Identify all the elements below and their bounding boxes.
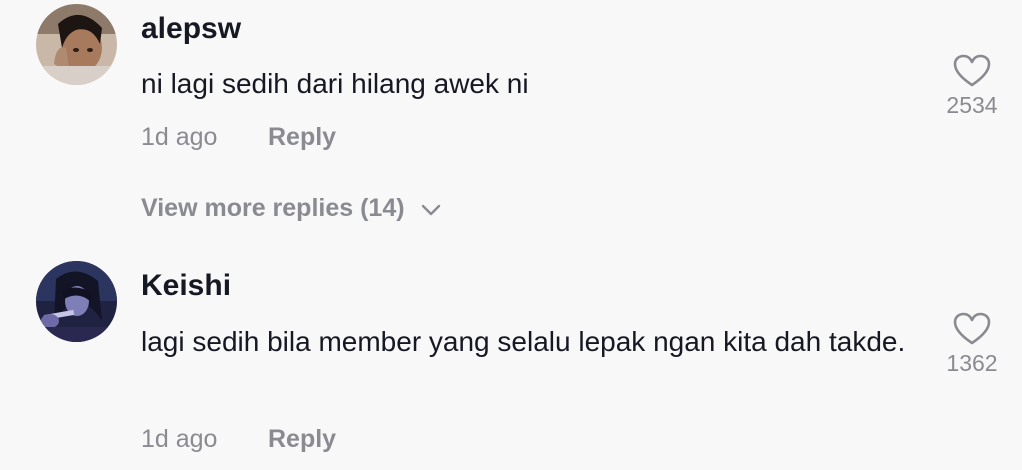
reply-button[interactable]: Reply	[268, 425, 336, 454]
comment-username[interactable]: Keishi	[141, 269, 231, 303]
avatar[interactable]	[36, 261, 117, 342]
like-count: 1362	[946, 350, 998, 376]
like-button[interactable]: 2534	[932, 54, 1012, 119]
comment-text: lagi sedih bila member yang selalu lepak…	[141, 326, 906, 357]
comment-timestamp: 1d ago	[141, 425, 218, 453]
like-button[interactable]: 1362	[932, 312, 1012, 377]
heart-outline-icon	[953, 54, 991, 87]
chevron-down-icon	[421, 194, 441, 223]
view-more-replies-label: View more replies (14)	[141, 194, 405, 222]
comment-username[interactable]: alepsw	[141, 12, 241, 46]
comment-text: ni lagi sedih dari hilang awek ni	[141, 68, 529, 99]
like-count: 2534	[946, 92, 998, 118]
view-more-replies-button[interactable]: View more replies (14)	[141, 194, 441, 223]
reply-button[interactable]: Reply	[268, 123, 336, 152]
avatar[interactable]	[36, 4, 117, 85]
comment-timestamp: 1d ago	[141, 123, 218, 151]
heart-outline-icon	[953, 312, 991, 345]
